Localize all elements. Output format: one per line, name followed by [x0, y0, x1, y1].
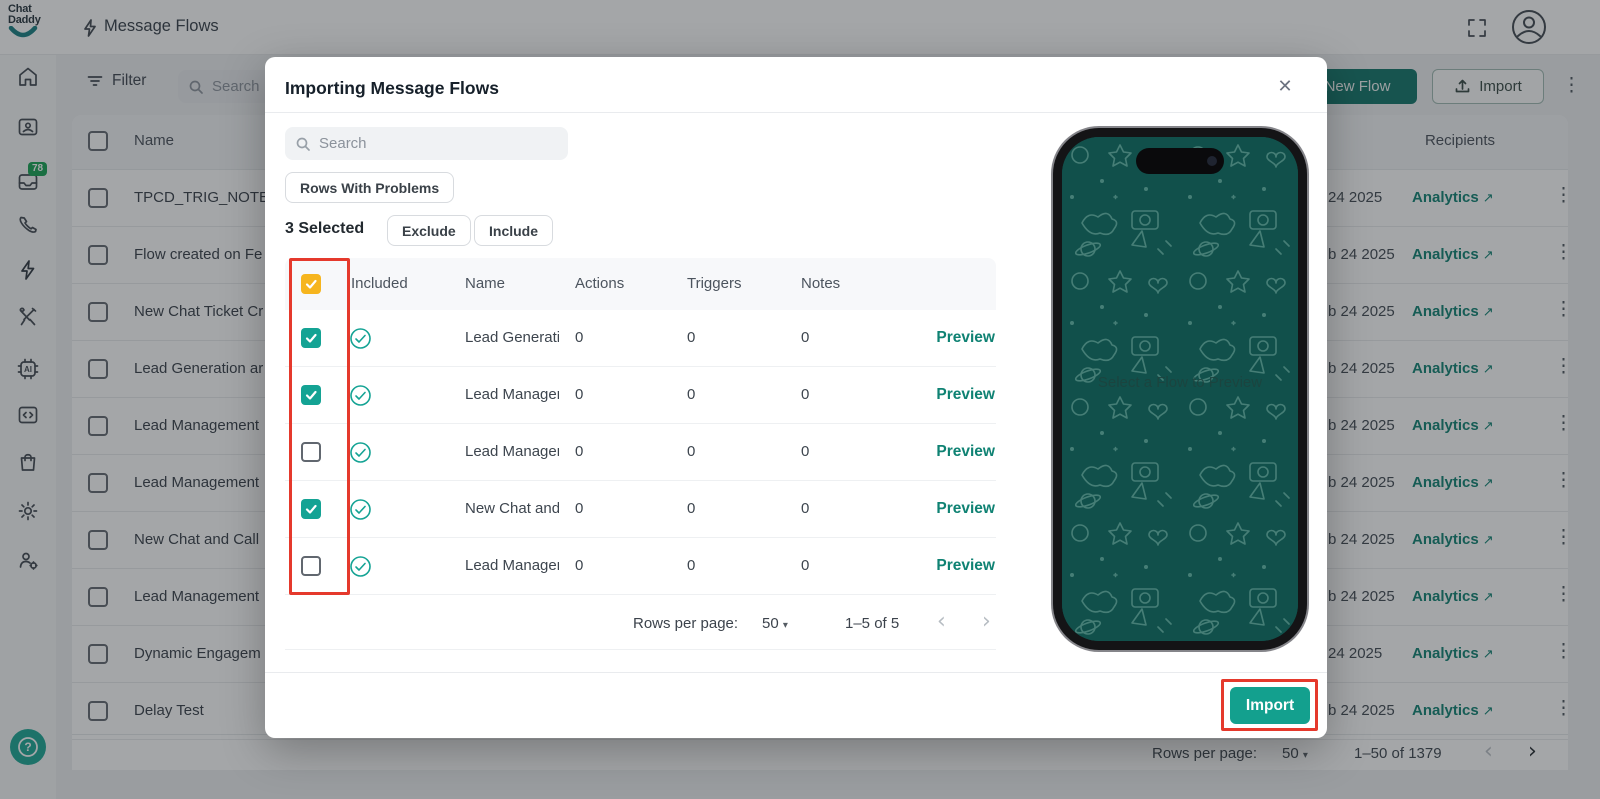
column-header-name: Name [465, 275, 505, 292]
preview-link[interactable]: Preview [905, 443, 995, 461]
phone-preview-mockup: Select a Flow to Preview [1053, 128, 1307, 650]
preview-link[interactable]: Preview [905, 557, 995, 575]
phone-screen: Select a Flow to Preview [1062, 137, 1298, 641]
check-icon [304, 388, 318, 402]
phone-preview-hint: Select a Flow to Preview [1062, 374, 1298, 391]
import-table-header: Included Name Actions Triggers Notes [285, 258, 996, 310]
included-status-icon [349, 327, 372, 350]
included-status-icon [349, 555, 372, 578]
notes-count: 0 [801, 557, 809, 574]
modal-search-placeholder: Search [319, 135, 367, 152]
rows-with-problems-chip[interactable]: Rows With Problems [285, 172, 454, 203]
notes-count: 0 [801, 386, 809, 403]
selected-count: 3 Selected [285, 220, 364, 238]
row-checkbox[interactable] [301, 442, 321, 462]
check-icon [304, 331, 318, 345]
close-icon[interactable]: ✕ [1270, 71, 1300, 101]
row-checkbox[interactable] [301, 499, 321, 519]
exclude-button[interactable]: Exclude [387, 215, 471, 246]
modal-footer-divider [265, 672, 1327, 673]
notes-count: 0 [801, 329, 809, 346]
actions-count: 0 [575, 329, 583, 346]
rows-per-page-value: 50 [762, 615, 779, 632]
prev-page-button[interactable]: ‹ [937, 612, 946, 632]
import-table-row: New Chat and 0 0 0 Preview [285, 481, 996, 538]
actions-count: 0 [575, 557, 583, 574]
modal-title: Importing Message Flows [285, 78, 499, 99]
preview-link[interactable]: Preview [905, 386, 995, 404]
modal-table-pagination: Rows per page: 50 ▾ 1–5 of 5 ‹ › [285, 594, 996, 650]
column-header-included: Included [351, 275, 408, 292]
notes-count: 0 [801, 500, 809, 517]
import-table-row: Lead Manager 0 0 0 Preview [285, 424, 996, 481]
included-status-icon [349, 384, 372, 407]
import-table-row: Lead Generati 0 0 0 Preview [285, 310, 996, 367]
importing-message-flows-modal: Importing Message Flows ✕ Search Rows Wi… [265, 57, 1327, 738]
rows-per-page-select[interactable]: 50 ▾ [762, 615, 788, 632]
preview-link[interactable]: Preview [905, 329, 995, 347]
actions-count: 0 [575, 500, 583, 517]
triggers-count: 0 [687, 386, 695, 403]
check-icon [304, 277, 318, 291]
triggers-count: 0 [687, 557, 695, 574]
actions-count: 0 [575, 386, 583, 403]
check-icon [304, 502, 318, 516]
column-header-actions: Actions [575, 275, 624, 292]
dropdown-arrow-icon: ▾ [783, 620, 788, 631]
flow-name: New Chat and [465, 500, 559, 517]
preview-link[interactable]: Preview [905, 500, 995, 518]
include-button[interactable]: Include [474, 215, 553, 246]
column-header-notes: Notes [801, 275, 840, 292]
search-icon [295, 136, 311, 152]
import-table-row: Lead Manager 0 0 0 Preview [285, 367, 996, 424]
flow-name: Lead Manager [465, 386, 559, 403]
notes-count: 0 [801, 443, 809, 460]
select-all-checkbox-indeterminate[interactable] [301, 274, 321, 294]
flow-name: Lead Generati [465, 329, 559, 346]
flow-name: Lead Manager [465, 557, 559, 574]
triggers-count: 0 [687, 329, 695, 346]
included-status-icon [349, 498, 372, 521]
phone-camera-dot [1207, 156, 1217, 166]
row-checkbox[interactable] [301, 328, 321, 348]
triggers-count: 0 [687, 500, 695, 517]
included-status-icon [349, 441, 372, 464]
row-checkbox[interactable] [301, 385, 321, 405]
modal-search-input[interactable]: Search [285, 127, 568, 160]
row-checkbox[interactable] [301, 556, 321, 576]
next-page-button[interactable]: › [982, 612, 991, 632]
pagination-range: 1–5 of 5 [845, 615, 899, 632]
dynamic-island [1136, 148, 1224, 174]
column-header-triggers: Triggers [687, 275, 741, 292]
actions-count: 0 [575, 443, 583, 460]
flow-name: Lead Manager [465, 443, 559, 460]
modal-import-button[interactable]: Import [1230, 687, 1310, 724]
import-flows-table: Included Name Actions Triggers Notes Lea… [285, 258, 996, 310]
modal-header-divider [265, 112, 1327, 113]
triggers-count: 0 [687, 443, 695, 460]
import-table-row: Lead Manager 0 0 0 Preview [285, 538, 996, 595]
rows-per-page-label: Rows per page: [633, 615, 738, 632]
